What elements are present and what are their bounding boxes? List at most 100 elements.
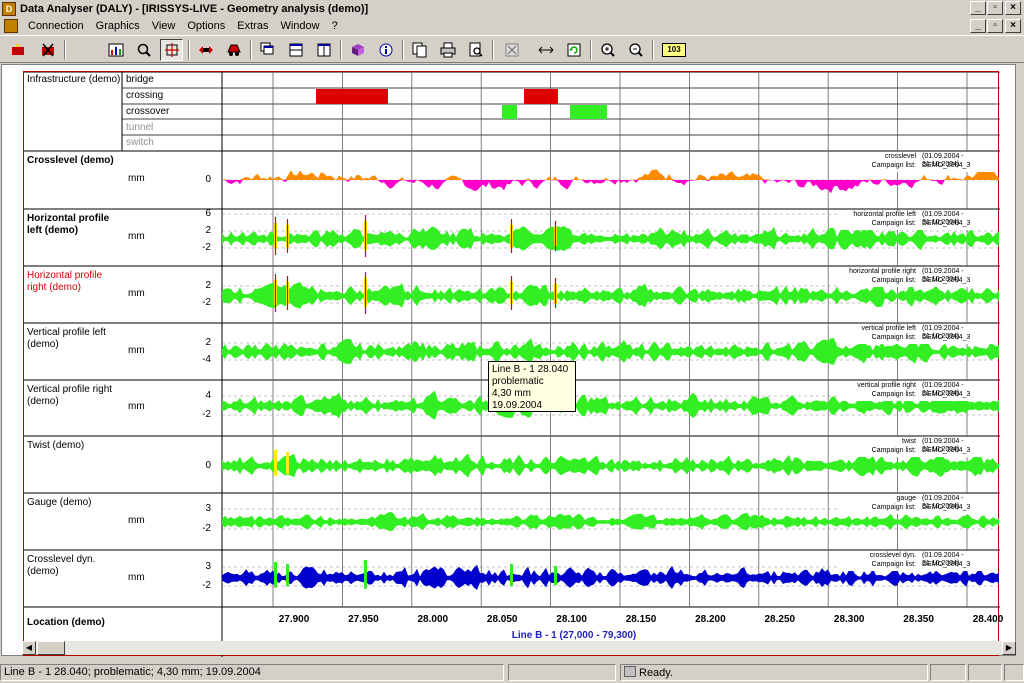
tooltip-line-location: Line B - 1 28.040 bbox=[492, 364, 569, 375]
document-icon[interactable] bbox=[4, 19, 18, 33]
legend-campaign-list: Campaign list: bbox=[871, 334, 916, 341]
x-tick-label: 28.400 bbox=[972, 614, 1004, 625]
infra-row-crossover: crossover bbox=[126, 106, 170, 117]
book-icon[interactable] bbox=[346, 39, 369, 61]
disconnect-icon[interactable] bbox=[36, 39, 59, 61]
pan-icon[interactable] bbox=[194, 39, 217, 61]
tile-horizontal-icon[interactable] bbox=[284, 39, 307, 61]
status-pane-empty bbox=[508, 664, 616, 681]
app-window: D Data Analyser (DALY) - [IRISSYS-LIVE -… bbox=[0, 0, 1024, 683]
channel-unit: mm bbox=[128, 344, 145, 356]
y-tick-label: 3 bbox=[205, 503, 211, 514]
zoom-out-icon[interactable] bbox=[624, 39, 647, 61]
zoom-in-icon[interactable] bbox=[596, 39, 619, 61]
horizontal-scrollbar[interactable]: ◀ ▶ bbox=[22, 641, 1016, 655]
location-title: Location (demo) bbox=[27, 617, 105, 628]
status-state: Ready. bbox=[639, 667, 674, 679]
exceedance-mark bbox=[554, 566, 557, 586]
x-tick-label: 27.950 bbox=[348, 614, 379, 625]
x-tick-label: 28.150 bbox=[625, 614, 657, 625]
exceedance-mark bbox=[274, 450, 277, 476]
signal-area bbox=[222, 453, 999, 478]
status-bar: Line B - 1 28.040; problematic; 4,30 mm;… bbox=[0, 662, 1024, 683]
refresh-icon[interactable] bbox=[562, 39, 585, 61]
copy-icon[interactable] bbox=[408, 39, 431, 61]
x-tick-label: 28.100 bbox=[556, 614, 587, 625]
legend-campaign-list: Campaign list: bbox=[871, 277, 916, 284]
legend-campaign-list: Campaign list: bbox=[871, 504, 916, 511]
exceedance-mark bbox=[274, 562, 277, 588]
y-tick-label: -2 bbox=[202, 242, 211, 253]
cascade-icon[interactable] bbox=[256, 39, 279, 61]
y-tick-label: 0 bbox=[205, 460, 211, 471]
exceedance-mark bbox=[286, 564, 289, 587]
title-bar: D Data Analyser (DALY) - [IRISSYS-LIVE -… bbox=[0, 0, 1024, 17]
scroll-right-icon[interactable]: ▶ bbox=[1002, 641, 1016, 655]
doc-minimize-icon[interactable]: _ bbox=[970, 19, 986, 33]
graph-icon[interactable] bbox=[104, 39, 127, 61]
new-connection-icon[interactable] bbox=[6, 39, 29, 61]
legend-campaign-list: Campaign list: bbox=[871, 391, 916, 398]
fit-view-icon[interactable] bbox=[160, 39, 183, 61]
infra-crossover-bar bbox=[502, 105, 517, 119]
y-tick-label: -4 bbox=[202, 354, 211, 365]
x-tick-label: 28.050 bbox=[486, 614, 518, 625]
menu-graphics[interactable]: Graphics bbox=[90, 20, 146, 32]
menu-view[interactable]: View bbox=[146, 20, 182, 32]
x-tick-label: 28.300 bbox=[833, 614, 865, 625]
exceedance-mark bbox=[286, 452, 289, 475]
scroll-left-icon[interactable]: ◀ bbox=[22, 641, 36, 655]
legend-series-name: crosslevel dyn. bbox=[869, 552, 916, 559]
menu-help[interactable]: ? bbox=[326, 20, 344, 32]
menu-options[interactable]: Options bbox=[181, 20, 231, 32]
legend-campaign: DEMO_2004_3 bbox=[922, 561, 971, 568]
doc-restore-icon[interactable]: ▫ bbox=[987, 19, 1003, 33]
counter-button[interactable]: 103 bbox=[660, 39, 688, 61]
legend-series-name: twist bbox=[902, 438, 916, 445]
measure-icon[interactable] bbox=[534, 39, 557, 61]
channel-unit: mm bbox=[128, 571, 145, 583]
channel-title: Horizontal profile left (demo) bbox=[27, 213, 110, 236]
legend-campaign-list: Campaign list: bbox=[871, 220, 916, 227]
tooltip-line-value: 4,30 mm bbox=[492, 388, 531, 399]
delete-icon[interactable] bbox=[500, 39, 523, 61]
y-tick-label: -2 bbox=[202, 297, 211, 308]
legend-series-name: crosslevel bbox=[884, 153, 916, 160]
scroll-thumb[interactable] bbox=[37, 641, 65, 655]
legend-campaign-list: Campaign list: bbox=[871, 561, 916, 568]
app-logo-icon[interactable]: D bbox=[2, 1, 16, 16]
y-tick-label: 0 bbox=[205, 174, 211, 185]
menu-window[interactable]: Window bbox=[274, 20, 325, 32]
print-icon[interactable] bbox=[436, 39, 459, 61]
exceedance-mark bbox=[510, 564, 513, 587]
doc-close-icon[interactable]: × bbox=[1005, 19, 1021, 33]
tile-vertical-icon[interactable] bbox=[312, 39, 335, 61]
channel-title: Crosslevel (demo) bbox=[27, 155, 114, 166]
legend-campaign-list: Campaign list: bbox=[871, 162, 916, 169]
legend-campaign: DEMO_2004_3 bbox=[922, 391, 971, 398]
channel-title: Twist (demo) bbox=[27, 440, 85, 451]
x-tick-label: 28.200 bbox=[695, 614, 726, 625]
minimize-icon[interactable]: _ bbox=[970, 1, 986, 15]
info-icon[interactable] bbox=[374, 39, 397, 61]
window-title: Data Analyser (DALY) - [IRISSYS-LIVE - G… bbox=[20, 2, 369, 15]
legend-campaign: DEMO_2004_3 bbox=[922, 504, 971, 511]
legend-campaign: DEMO_2004_3 bbox=[922, 162, 971, 169]
y-tick-label: -2 bbox=[202, 580, 211, 591]
close-icon[interactable]: × bbox=[1005, 1, 1021, 15]
status-state-pane: Ready. bbox=[620, 664, 928, 681]
menu-bar: Connection Graphics View Options Extras … bbox=[0, 17, 1024, 35]
y-tick-label: 6 bbox=[205, 208, 211, 219]
search-icon[interactable] bbox=[132, 39, 155, 61]
infra-crossing-bar bbox=[524, 89, 558, 104]
menu-extras[interactable]: Extras bbox=[231, 20, 274, 32]
tooltip-line-date: 19.09.2004 bbox=[492, 400, 543, 411]
menu-connection[interactable]: Connection bbox=[22, 20, 90, 32]
legend-campaign: DEMO_2004_3 bbox=[922, 447, 971, 454]
print-preview-icon[interactable] bbox=[464, 39, 487, 61]
toolbar: 103 bbox=[0, 35, 1024, 63]
vehicle-icon[interactable] bbox=[222, 39, 245, 61]
signal-area bbox=[222, 511, 999, 532]
restore-icon[interactable]: ▫ bbox=[987, 1, 1003, 15]
status-pane-4 bbox=[1004, 664, 1024, 681]
